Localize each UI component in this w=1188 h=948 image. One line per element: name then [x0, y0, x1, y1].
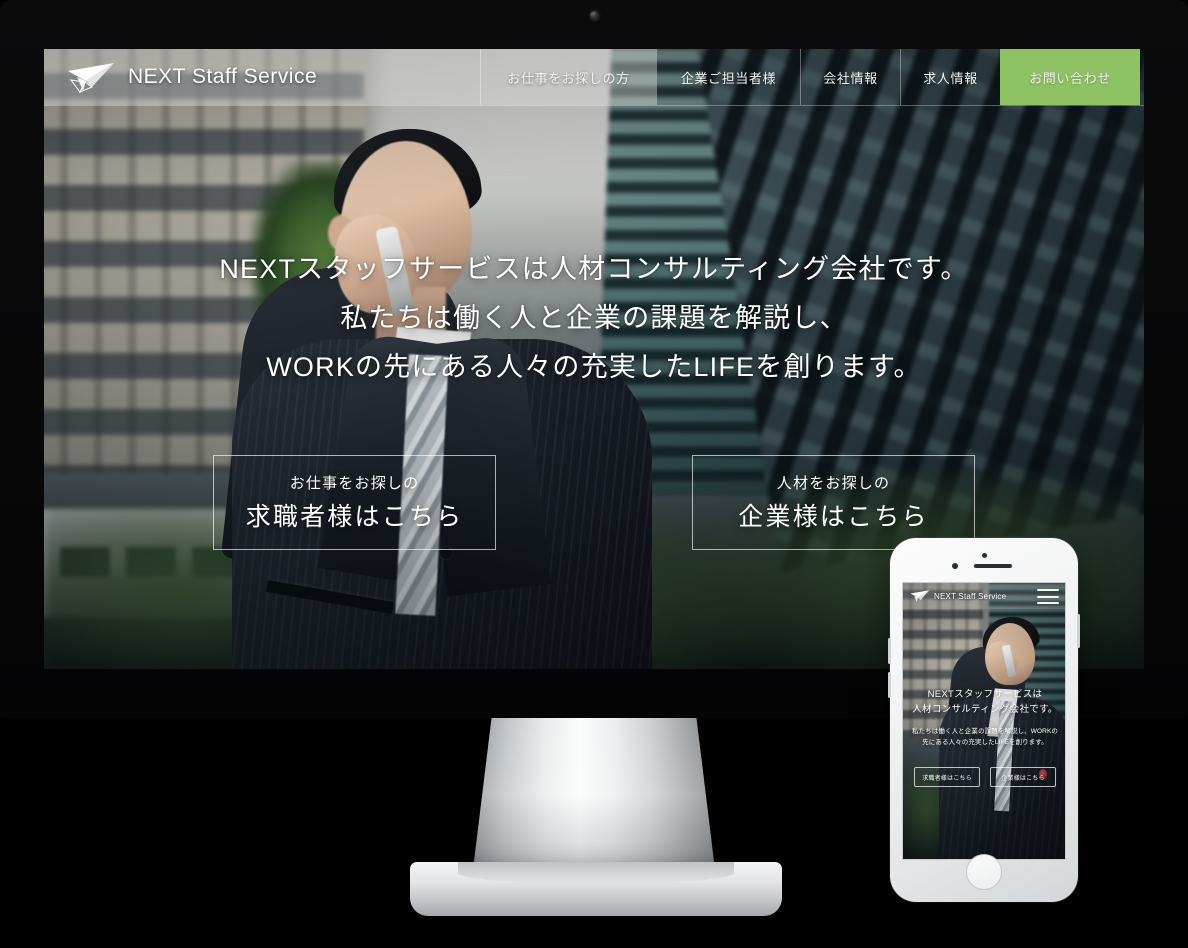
proximity-sensor-icon	[952, 563, 958, 569]
paper-plane-icon	[909, 589, 931, 603]
brand-name: NEXT Staff Service	[128, 65, 318, 88]
mobile-cta-group: 求職者様はこちら 企業様はこちら	[903, 767, 1065, 787]
power-button[interactable]	[1077, 614, 1080, 648]
cta-jobseekers-small: お仕事をお探しの	[289, 475, 420, 492]
volume-up-button[interactable]	[888, 638, 891, 664]
earpiece-speaker	[974, 564, 1012, 568]
main-navigation: お仕事をお探しの方 企業ご担当者様 会社情報 求人情報 お問い合わせ	[480, 49, 1144, 105]
mobile-cta-jobseekers-button[interactable]: 求職者様はこちら	[914, 767, 980, 787]
webcam-icon	[590, 11, 599, 20]
cta-jobseekers-large: 求職者様はこちら	[245, 503, 464, 531]
imac-stand-neck	[472, 718, 716, 878]
hero-line-3: WORKの先にある人々の充実したLIFEを創ります。	[266, 352, 922, 382]
mobile-hero-copy: NEXTスタッフサービスは 人材コンサルティング会社です。 私たちは働く人と企業…	[903, 687, 1065, 748]
device-mockup-scene: NEXT Staff Service お仕事をお探しの方 企業ご担当者様 会社情…	[0, 0, 1188, 948]
mobile-header: NEXT Staff Service	[903, 583, 1065, 609]
cta-employers-large: 企業様はこちら	[738, 503, 929, 531]
mobile-cta-employers-button[interactable]: 企業様はこちら	[990, 767, 1056, 787]
brand-logo[interactable]: NEXT Staff Service	[44, 49, 480, 105]
home-button[interactable]	[966, 854, 1002, 890]
mobile-hero-title-line-1: NEXTスタッフサービスは	[927, 689, 1043, 700]
hero-copy: NEXTスタッフサービスは人材コンサルティング会社です。 私たちは働く人と企業の…	[44, 245, 1144, 392]
nav-item-jobseekers[interactable]: お仕事をお探しの方	[480, 49, 656, 105]
paper-plane-icon	[65, 60, 117, 94]
nav-item-employers[interactable]: 企業ご担当者様	[656, 49, 800, 105]
front-camera-icon	[982, 553, 987, 558]
hero-line-1: NEXTスタッフサービスは人材コンサルティング会社です。	[219, 254, 969, 284]
nav-item-job-listings[interactable]: 求人情報	[900, 49, 1000, 105]
iphone-mockup: NEXT Staff Service NEXTスタッフサービスは 人材コンサルテ…	[888, 538, 1080, 902]
site-header: NEXT Staff Service お仕事をお探しの方 企業ご担当者様 会社情…	[44, 49, 1144, 106]
hamburger-menu-icon[interactable]	[1037, 589, 1059, 604]
mobile-brand-name: NEXT Staff Service	[934, 591, 1007, 601]
nav-item-company-info[interactable]: 会社情報	[800, 49, 900, 105]
hero-line-2: 私たちは働く人と企業の課題を解説し、	[340, 303, 848, 333]
cta-employers-button[interactable]: 人材をお探しの 企業様はこちら	[692, 455, 975, 550]
cta-jobseekers-button[interactable]: お仕事をお探しの 求職者様はこちら	[213, 455, 496, 550]
mobile-screen: NEXT Staff Service NEXTスタッフサービスは 人材コンサルテ…	[902, 582, 1066, 860]
hero-cta-group: お仕事をお探しの 求職者様はこちら 人材をお探しの 企業様はこちら	[44, 455, 1144, 550]
mobile-hero-subtitle: 私たちは働く人と企業の課題を解説し、WORKの先にある人々の充実したLIFEを創…	[911, 728, 1059, 746]
imac-stand-base	[410, 862, 782, 916]
nav-item-contact[interactable]: お問い合わせ	[1000, 49, 1140, 105]
mobile-brand-logo[interactable]: NEXT Staff Service	[903, 589, 1006, 603]
cta-employers-small: 人材をお探しの	[776, 475, 891, 492]
volume-down-button[interactable]	[888, 672, 891, 698]
mobile-hero-title-line-2: 人材コンサルティング会社です。	[912, 704, 1058, 715]
